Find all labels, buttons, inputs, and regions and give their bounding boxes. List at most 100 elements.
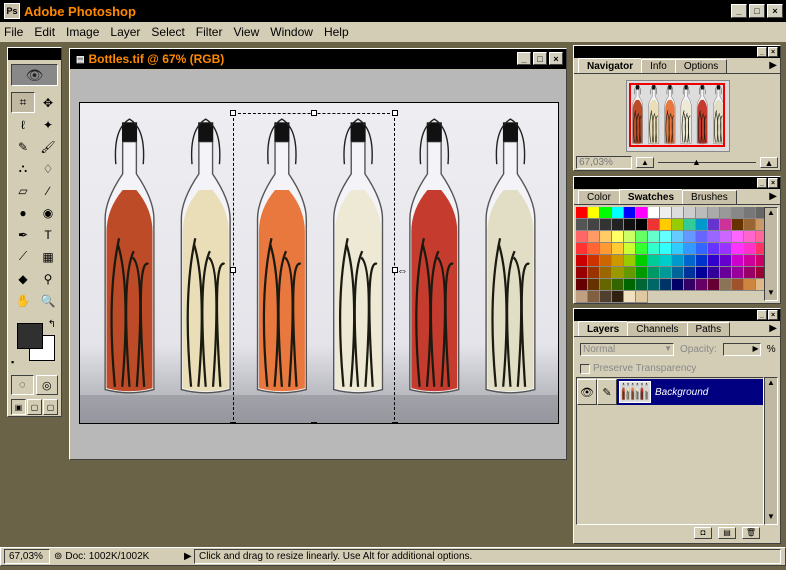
color-swatch[interactable] xyxy=(672,279,684,291)
color-swatch[interactable] xyxy=(636,219,648,231)
navigator-view-box[interactable] xyxy=(629,83,725,147)
menu-edit[interactable]: Edit xyxy=(34,25,55,39)
trash-icon[interactable]: 🗑 xyxy=(742,527,760,539)
close-button[interactable]: × xyxy=(767,4,783,18)
color-swatch[interactable] xyxy=(576,231,588,243)
toolbox-titlebar[interactable] xyxy=(8,48,61,60)
color-swatch[interactable] xyxy=(684,279,696,291)
color-swatch[interactable] xyxy=(648,279,660,291)
airbrush-tool[interactable]: ✎ xyxy=(11,136,35,157)
color-swatch[interactable] xyxy=(732,279,744,291)
menu-window[interactable]: Window xyxy=(270,25,313,39)
blur-tool[interactable]: ● xyxy=(11,202,35,223)
color-swatch[interactable] xyxy=(732,219,744,231)
opacity-slider-icon[interactable]: ▶ xyxy=(753,344,759,353)
zoom-slider[interactable]: ▲ xyxy=(658,157,756,168)
color-swatch[interactable] xyxy=(744,219,756,231)
tab-paths[interactable]: Paths xyxy=(686,322,731,336)
quick-mask-mode-button[interactable]: ◎ xyxy=(35,375,58,395)
navigator-close-button[interactable]: × xyxy=(768,47,778,57)
color-swatch[interactable] xyxy=(624,279,636,291)
pen-tool[interactable]: ✒ xyxy=(11,224,35,245)
status-doc-info[interactable]: ⊚ Doc: 1002K/1002K xyxy=(50,549,180,564)
layers-minimize-button[interactable]: _ xyxy=(757,310,767,320)
opacity-input[interactable]: ▶ xyxy=(722,343,761,356)
color-swatch[interactable] xyxy=(684,219,696,231)
swatches-panel-titlebar[interactable]: _ × xyxy=(574,177,780,189)
gradient-tool[interactable]: ▦ xyxy=(36,246,60,267)
color-swatch[interactable] xyxy=(648,231,660,243)
color-swatch[interactable] xyxy=(720,243,732,255)
swatches-minimize-button[interactable]: _ xyxy=(757,178,767,188)
color-swatch[interactable] xyxy=(696,267,708,279)
color-swatch[interactable] xyxy=(660,255,672,267)
color-swatch[interactable] xyxy=(660,219,672,231)
tab-info[interactable]: Info xyxy=(641,59,676,73)
layers-scroll-down-icon[interactable]: ▼ xyxy=(765,512,777,524)
crop-handle-t[interactable] xyxy=(311,110,317,116)
maximize-button[interactable]: □ xyxy=(749,4,765,18)
color-swatch[interactable] xyxy=(636,255,648,267)
color-swatch[interactable] xyxy=(672,243,684,255)
color-swatch[interactable] xyxy=(732,243,744,255)
color-swatch[interactable] xyxy=(612,255,624,267)
color-swatch[interactable] xyxy=(648,267,660,279)
swatches-scroll-up-icon[interactable]: ▲ xyxy=(765,208,777,220)
color-swatch[interactable] xyxy=(660,243,672,255)
color-swatch[interactable] xyxy=(648,219,660,231)
color-swatch[interactable] xyxy=(696,279,708,291)
color-swatch[interactable] xyxy=(720,207,732,219)
crop-handle-br[interactable] xyxy=(392,422,398,423)
hand-tool[interactable]: ✋ xyxy=(11,290,35,311)
color-swatch[interactable] xyxy=(636,231,648,243)
color-swatch[interactable] xyxy=(576,219,588,231)
full-screen-button[interactable]: ▢ xyxy=(43,399,58,415)
color-swatch[interactable] xyxy=(636,243,648,255)
move-tool[interactable]: ✥ xyxy=(36,92,60,113)
tab-channels[interactable]: Channels xyxy=(627,322,688,336)
color-swatch[interactable] xyxy=(600,243,612,255)
navigator-thumbnail[interactable] xyxy=(626,80,730,152)
color-swatch[interactable] xyxy=(660,267,672,279)
layers-scroll-up-icon[interactable]: ▲ xyxy=(765,378,777,390)
color-swatch[interactable] xyxy=(660,231,672,243)
color-swatch[interactable] xyxy=(744,279,756,291)
color-swatch[interactable] xyxy=(708,279,720,291)
preserve-transparency-checkbox[interactable] xyxy=(580,363,590,374)
layers-close-button[interactable]: × xyxy=(768,310,778,320)
color-swatch[interactable] xyxy=(708,267,720,279)
tab-navigator[interactable]: Navigator xyxy=(578,58,643,73)
zoom-slider-thumb-icon[interactable]: ▲ xyxy=(692,157,701,167)
color-swatch[interactable] xyxy=(588,267,600,279)
crop-tool[interactable]: ⌗ xyxy=(11,92,35,113)
color-swatch[interactable] xyxy=(612,279,624,291)
tab-color[interactable]: Color xyxy=(578,190,620,204)
zoom-in-button[interactable]: ▲ xyxy=(760,157,778,168)
color-swatch[interactable] xyxy=(576,207,588,219)
zoom-tool[interactable]: 🔍 xyxy=(36,290,60,311)
crop-handle-b[interactable] xyxy=(311,422,317,423)
color-swatch[interactable] xyxy=(624,207,636,219)
color-swatch[interactable] xyxy=(588,279,600,291)
color-swatch[interactable] xyxy=(696,255,708,267)
eraser-tool[interactable]: ▱ xyxy=(11,180,35,201)
color-swatch[interactable] xyxy=(588,291,600,303)
doc-close-button[interactable]: × xyxy=(549,52,563,65)
color-swatch[interactable] xyxy=(612,207,624,219)
color-swatch[interactable] xyxy=(720,279,732,291)
color-swatch[interactable] xyxy=(744,231,756,243)
color-swatch[interactable] xyxy=(624,291,636,303)
menu-select[interactable]: Select xyxy=(151,25,184,39)
burn-tool[interactable]: ◉ xyxy=(36,202,60,223)
color-swatch[interactable] xyxy=(636,279,648,291)
color-swatch[interactable] xyxy=(600,219,612,231)
crop-handle-tl[interactable] xyxy=(230,110,236,116)
color-swatch[interactable] xyxy=(600,291,612,303)
layers-panel-titlebar[interactable]: _ × xyxy=(574,309,780,321)
color-swatch[interactable] xyxy=(576,279,588,291)
paint-bucket-tool[interactable]: ◆ xyxy=(11,268,35,289)
color-swatch[interactable] xyxy=(588,231,600,243)
menu-layer[interactable]: Layer xyxy=(110,25,140,39)
color-swatch[interactable] xyxy=(612,243,624,255)
color-swatch[interactable] xyxy=(708,207,720,219)
